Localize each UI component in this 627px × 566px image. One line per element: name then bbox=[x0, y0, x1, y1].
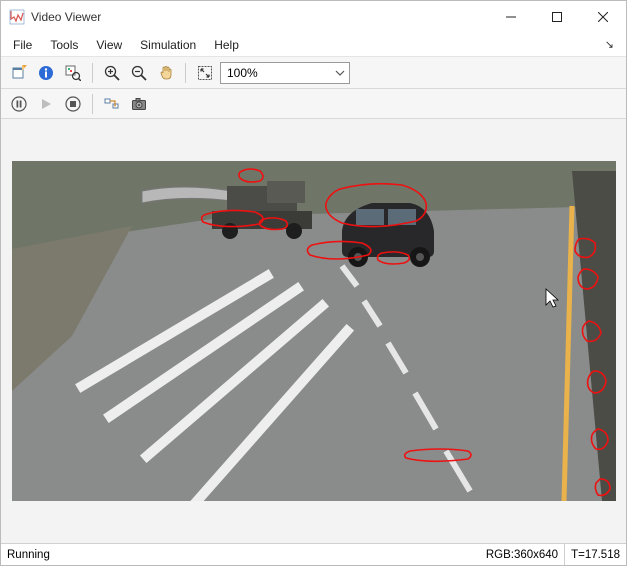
maximize-button[interactable] bbox=[534, 1, 580, 33]
inspect-pixel-button[interactable] bbox=[61, 61, 85, 85]
pause-button[interactable] bbox=[7, 92, 31, 116]
toolbar-playback bbox=[1, 89, 626, 119]
toolbar-separator bbox=[185, 63, 186, 83]
snapshot-button[interactable] bbox=[127, 92, 151, 116]
app-window: Video Viewer File Tools View Simulation … bbox=[0, 0, 627, 566]
menubar: File Tools View Simulation Help ↘ bbox=[1, 33, 626, 57]
close-button[interactable] bbox=[580, 1, 626, 33]
video-frame-svg bbox=[12, 161, 616, 501]
play-button[interactable] bbox=[34, 92, 58, 116]
menu-file[interactable]: File bbox=[5, 36, 40, 54]
minimize-button[interactable] bbox=[488, 1, 534, 33]
info-button[interactable] bbox=[34, 61, 58, 85]
zoom-combobox[interactable] bbox=[220, 62, 350, 84]
toolbar-separator bbox=[92, 94, 93, 114]
status-format: RGB:360x640 bbox=[480, 544, 565, 565]
highlight-blocks-button[interactable] bbox=[100, 92, 124, 116]
dock-icon[interactable]: ↘ bbox=[605, 38, 622, 51]
zoom-out-button[interactable] bbox=[127, 61, 151, 85]
statusbar: Running RGB:360x640 T=17.518 bbox=[1, 543, 626, 565]
pan-button[interactable] bbox=[154, 61, 178, 85]
toolbar-main bbox=[1, 57, 626, 89]
status-state: Running bbox=[1, 544, 480, 565]
toolbar-separator bbox=[92, 63, 93, 83]
menu-simulation[interactable]: Simulation bbox=[132, 36, 204, 54]
video-frame[interactable] bbox=[12, 161, 616, 501]
menu-help[interactable]: Help bbox=[206, 36, 247, 54]
status-time: T=17.518 bbox=[565, 544, 626, 565]
zoom-input[interactable] bbox=[221, 63, 349, 83]
menu-view[interactable]: View bbox=[88, 36, 130, 54]
fit-to-window-button[interactable] bbox=[193, 61, 217, 85]
window-title: Video Viewer bbox=[31, 10, 488, 24]
new-viewer-button[interactable] bbox=[7, 61, 31, 85]
app-icon bbox=[9, 9, 25, 25]
zoom-in-button[interactable] bbox=[100, 61, 124, 85]
stop-button[interactable] bbox=[61, 92, 85, 116]
content-area bbox=[1, 119, 626, 543]
titlebar: Video Viewer bbox=[1, 1, 626, 33]
menu-tools[interactable]: Tools bbox=[42, 36, 86, 54]
